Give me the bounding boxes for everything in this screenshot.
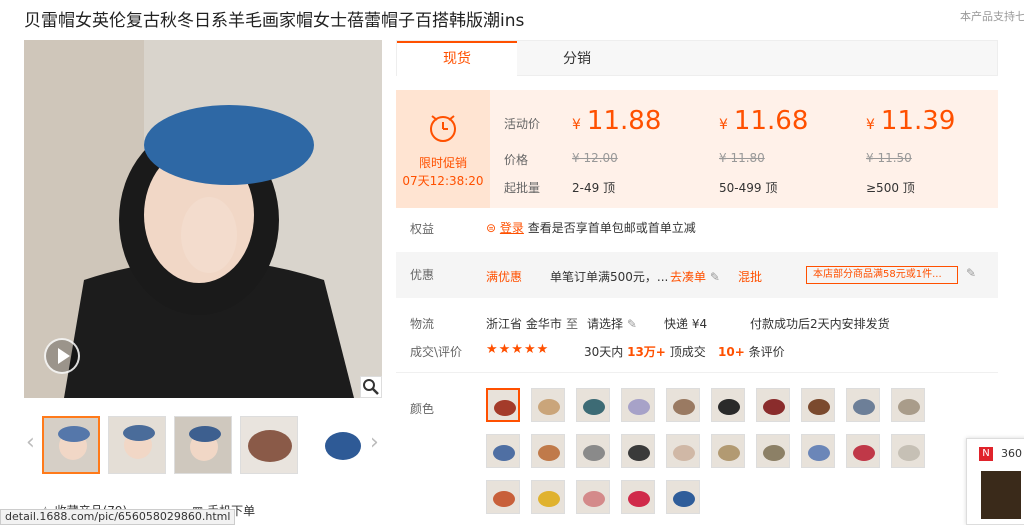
- ship-to-label: 至: [566, 317, 579, 331]
- alarm-clock-icon: [430, 115, 456, 142]
- divider: [396, 372, 998, 373]
- promo-countdown: 07天12:38:20: [402, 174, 484, 188]
- discount-label: 优惠: [410, 268, 435, 282]
- color-swatch[interactable]: [801, 434, 835, 468]
- add-items-link[interactable]: 去凑单 ✎: [670, 268, 720, 285]
- shipping-fee: 快递 ¥4: [664, 317, 708, 331]
- color-swatch[interactable]: [666, 434, 700, 468]
- color-swatch[interactable]: [621, 434, 655, 468]
- edit-icon: ✎: [626, 317, 637, 331]
- tab-spot[interactable]: 现货: [397, 41, 517, 77]
- widget-thumbnail: [981, 471, 1021, 519]
- color-swatch[interactable]: [531, 434, 565, 468]
- news-icon: N: [979, 447, 993, 461]
- tier-2-price: ¥11.68: [719, 106, 809, 136]
- store-promo-tag[interactable]: 本店部分商品满58元或1件...: [806, 266, 958, 284]
- coupon-icon: ⊜: [486, 221, 497, 235]
- widget-text: 360: [1001, 447, 1022, 460]
- login-link[interactable]: 登录: [500, 221, 524, 235]
- deal-count: 30天内 13万+ 顶成交: [584, 345, 706, 359]
- color-swatch[interactable]: [846, 388, 880, 422]
- tier-3-price: ¥11.39: [866, 106, 956, 136]
- color-swatch[interactable]: [576, 480, 610, 514]
- product-title: 贝雷帽女英伦复古秋冬日系羊毛画家帽女士蓓蕾帽子百搭韩版潮ins: [24, 11, 525, 31]
- color-swatch[interactable]: [621, 480, 655, 514]
- thumbnail-5[interactable]: [306, 416, 364, 474]
- rights-text: 查看是否享首单包邮或首单立减: [527, 221, 696, 235]
- thumb-next-icon[interactable]: ›: [370, 430, 379, 455]
- destination-select[interactable]: 请选择 ✎: [587, 315, 637, 332]
- tab-bar: 现货 分销: [396, 40, 998, 77]
- zoom-button[interactable]: [360, 376, 382, 398]
- color-swatch[interactable]: [576, 434, 610, 468]
- color-swatch[interactable]: [621, 388, 655, 422]
- promo-label: 限时促销: [418, 156, 467, 170]
- tab-distribution[interactable]: 分销: [517, 41, 637, 77]
- color-swatch[interactable]: [486, 480, 520, 514]
- play-video-button[interactable]: [44, 338, 80, 374]
- tier-3-original: ¥ 11.50: [866, 151, 912, 165]
- color-swatch[interactable]: [711, 388, 745, 422]
- color-swatch[interactable]: [756, 434, 790, 468]
- color-swatch[interactable]: [711, 434, 745, 468]
- price-label: 价格: [504, 153, 529, 167]
- tier-2-original: ¥ 11.80: [719, 151, 765, 165]
- support-text: 本产品支持七: [960, 10, 1024, 23]
- thumbnail-1[interactable]: [42, 416, 100, 474]
- logistics-label: 物流: [410, 317, 435, 331]
- floating-widget[interactable]: N 360: [966, 438, 1024, 525]
- thumbnail-3[interactable]: [174, 416, 232, 474]
- ship-from: 浙江省 金华市: [486, 317, 562, 331]
- color-label: 颜色: [410, 402, 435, 416]
- thumb-prev-icon[interactable]: ‹: [26, 430, 35, 455]
- color-swatch[interactable]: [756, 388, 790, 422]
- color-swatch[interactable]: [486, 434, 520, 468]
- color-swatch[interactable]: [576, 388, 610, 422]
- thumbnail-2[interactable]: [108, 416, 166, 474]
- color-swatch[interactable]: [801, 388, 835, 422]
- more-icon[interactable]: ✎: [966, 266, 976, 280]
- rating-stars: ★★★★★: [486, 342, 550, 357]
- tier-1-qty: 2-49 顶: [572, 181, 616, 195]
- deals-label: 成交\评价: [410, 345, 463, 359]
- color-swatch[interactable]: [891, 388, 925, 422]
- thumbnail-4[interactable]: [240, 416, 298, 474]
- review-count[interactable]: 10+ 条评价: [718, 343, 785, 360]
- rights-label: 权益: [410, 222, 435, 236]
- edit-icon: ✎: [709, 270, 720, 284]
- tier-3-qty: ≥500 顶: [866, 181, 915, 195]
- main-product-image[interactable]: [24, 40, 382, 398]
- color-swatch[interactable]: [846, 434, 880, 468]
- tier-2-qty: 50-499 顶: [719, 181, 778, 195]
- tier-1-original: ¥ 12.00: [572, 151, 618, 165]
- discount-text: 单笔订单满500元，...: [550, 270, 669, 284]
- color-swatch[interactable]: [666, 480, 700, 514]
- color-swatch[interactable]: [486, 388, 520, 422]
- activity-price-label: 活动价: [504, 117, 541, 131]
- color-swatch[interactable]: [891, 434, 925, 468]
- tier-1-price: ¥11.88: [572, 106, 662, 136]
- min-order-label: 起批量: [504, 181, 541, 195]
- color-swatch[interactable]: [531, 388, 565, 422]
- mixed-batch-tag: 混批: [738, 270, 763, 284]
- color-swatch[interactable]: [531, 480, 565, 514]
- ship-time: 付款成功后2天内安排发货: [750, 317, 890, 331]
- promo-timer-box: 限时促销 07天12:38:20: [396, 90, 490, 208]
- full-discount-tag: 满优惠: [486, 270, 523, 284]
- rights-row: ⊜ 登录 查看是否享首单包邮或首单立减: [486, 219, 696, 236]
- color-swatch[interactable]: [666, 388, 700, 422]
- magnifier-icon: [363, 379, 379, 395]
